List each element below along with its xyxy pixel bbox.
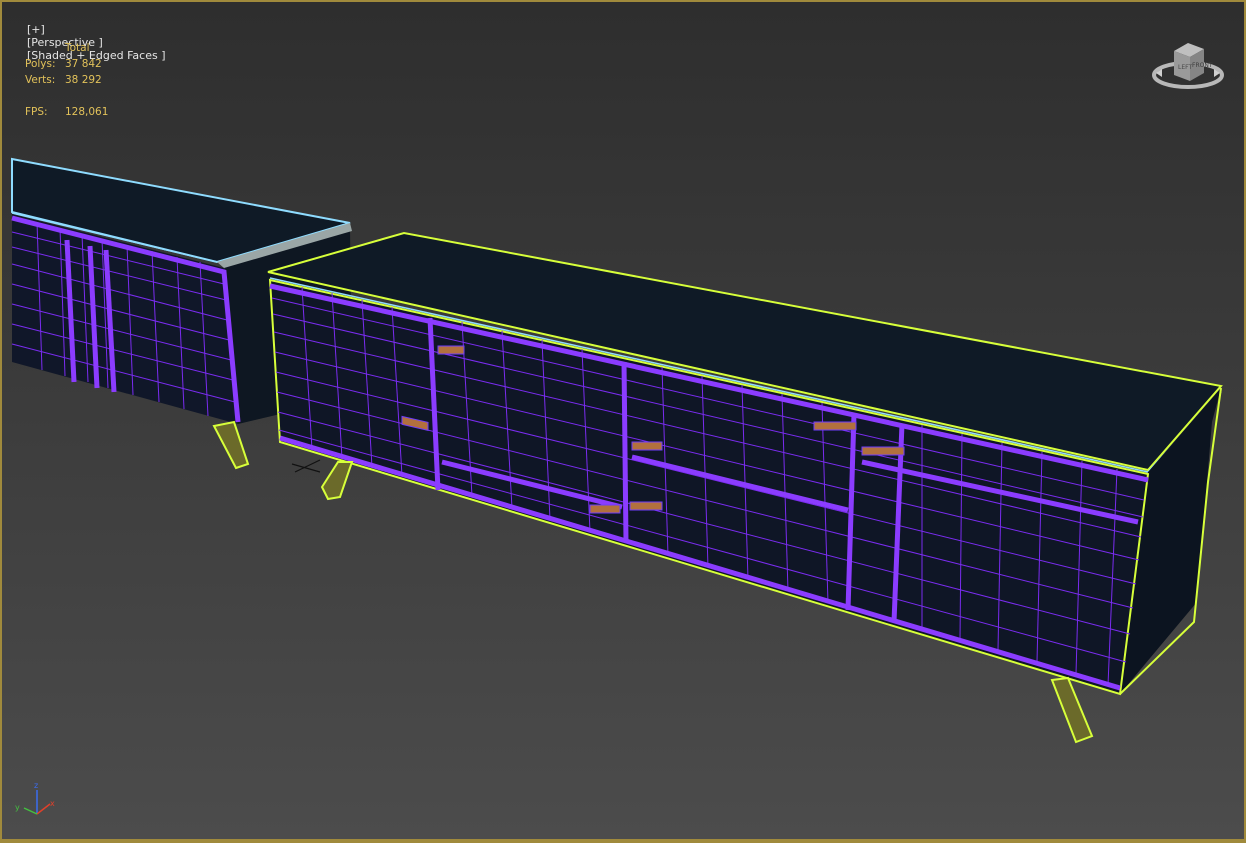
scene-statistics: Total Polys: 37 842 Verts: 38 292 FPS: 128,… (25, 40, 108, 120)
pivot-gizmo (291, 459, 321, 473)
axis-z-label: z (34, 781, 38, 790)
viewcube-front-face[interactable]: FRONT (1192, 62, 1213, 69)
leg-front-right (1050, 676, 1094, 744)
polys-value: 37 842 (65, 58, 102, 70)
verts-label: Verts: (25, 74, 56, 86)
viewport-bottom-border (2, 839, 1244, 841)
stats-header: Total (65, 42, 90, 54)
leg-front-left (320, 461, 354, 501)
viewcube-left-face[interactable]: LEFT (1178, 64, 1192, 71)
main-cabinet[interactable] (267, 231, 1223, 744)
verts-value: 38 292 (65, 74, 102, 86)
viewcube-icon[interactable]: LEFT FRONT (1150, 37, 1230, 97)
axis-gizmo: z x y (15, 781, 55, 815)
fps-label: FPS: (25, 106, 48, 118)
axis-y-label: y (15, 803, 20, 812)
viewport-menu-plus[interactable]: [+] (27, 23, 45, 36)
axis-x-label: x (50, 799, 55, 808)
scene-canvas[interactable] (2, 2, 1246, 843)
polys-label: Polys: (25, 58, 56, 70)
fps-value: 128,061 (65, 106, 109, 118)
perspective-viewport[interactable]: [+] [Perspective ] [Shaded + Edged Faces… (0, 0, 1246, 843)
